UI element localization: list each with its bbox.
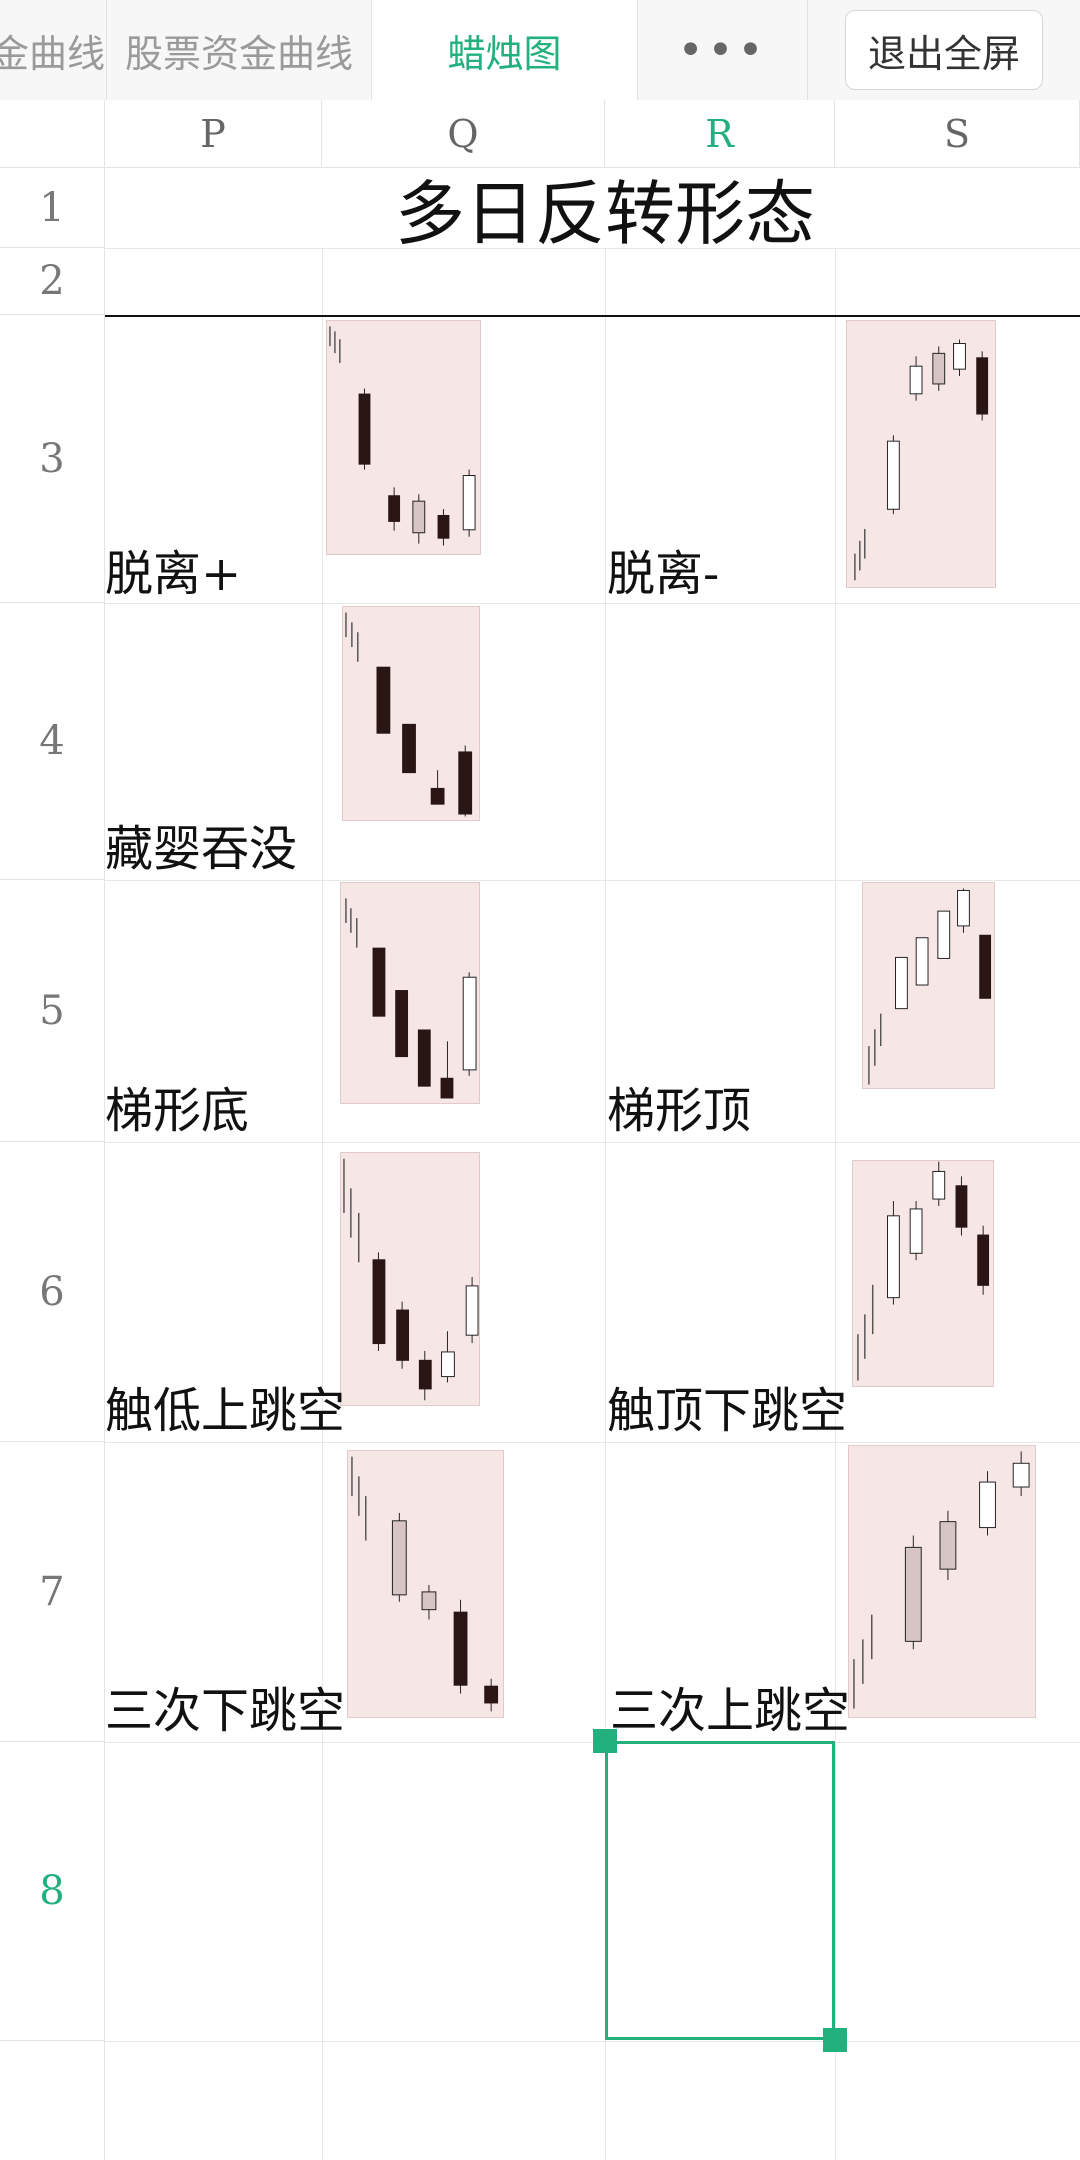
row-header-8[interactable]: 8 <box>0 1742 105 2041</box>
pattern-image-gap-up-from-low[interactable] <box>340 1152 480 1406</box>
selection-handle-top-left[interactable] <box>593 1729 617 1753</box>
pattern-label-gap-down-from-top[interactable]: 触顶下跳空 <box>607 1383 847 1439</box>
pattern-label-breakaway-bearish[interactable]: 脱离- <box>607 546 719 602</box>
column-header-s[interactable]: S <box>835 100 1080 168</box>
pattern-label-ladder-top[interactable]: 梯形顶 <box>607 1083 751 1139</box>
grid-line <box>322 248 323 2160</box>
grid-line <box>835 248 836 2160</box>
tab-candlestick[interactable]: 蜡烛图 <box>372 0 638 100</box>
pattern-label-gap-up-from-low[interactable]: 触低上跳空 <box>105 1383 345 1439</box>
grid-line <box>105 1142 1080 1143</box>
row-header-9[interactable] <box>0 2041 105 2160</box>
pattern-label-three-gaps-down[interactable]: 三次下跳空 <box>105 1683 345 1739</box>
row-header-5[interactable]: 5 <box>0 880 105 1142</box>
corner-cell[interactable] <box>0 100 105 168</box>
pattern-label-concealing-baby-swallow[interactable]: 藏婴吞没 <box>105 821 297 877</box>
selection-handle-bottom-right[interactable] <box>823 2028 847 2052</box>
row-header-3[interactable]: 3 <box>0 315 105 603</box>
pattern-image-three-gaps-down[interactable] <box>347 1450 504 1718</box>
pattern-image-ladder-top[interactable] <box>862 882 995 1089</box>
grid-line <box>105 2041 1080 2042</box>
row-header-7[interactable]: 7 <box>0 1442 105 1742</box>
row-header-4[interactable]: 4 <box>0 603 105 880</box>
row-header-1[interactable]: 1 <box>0 168 105 248</box>
more-tabs-icon[interactable]: ••• <box>638 0 808 100</box>
tab-fund-curve[interactable]: 金曲线 <box>0 0 107 100</box>
pattern-image-ladder-bottom[interactable] <box>340 882 480 1104</box>
selected-cell-r8[interactable] <box>605 1741 835 2040</box>
pattern-image-breakaway-bullish[interactable] <box>326 320 481 555</box>
row-header-2[interactable]: 2 <box>0 248 105 315</box>
exit-fullscreen-button[interactable]: 退出全屏 <box>845 10 1043 90</box>
sheet-title[interactable]: 多日反转形态 <box>105 168 1080 255</box>
grid-line <box>105 603 1080 604</box>
grid-line <box>105 1442 1080 1443</box>
pattern-image-breakaway-bearish[interactable] <box>846 320 996 588</box>
pattern-label-ladder-bottom[interactable]: 梯形底 <box>105 1083 249 1139</box>
pattern-image-concealing-baby-swallow[interactable] <box>342 606 480 821</box>
pattern-label-breakaway-bullish[interactable]: 脱离+ <box>105 546 241 602</box>
tab-stock-fund-curve[interactable]: 股票资金曲线 <box>107 0 372 100</box>
pattern-image-three-gaps-up[interactable] <box>848 1445 1036 1718</box>
pattern-image-gap-down-from-top[interactable] <box>852 1160 994 1387</box>
row-header-6[interactable]: 6 <box>0 1142 105 1442</box>
grid-line <box>105 880 1080 881</box>
column-header-p[interactable]: P <box>105 100 322 168</box>
title-underline <box>105 315 1080 317</box>
pattern-label-three-gaps-up[interactable]: 三次上跳空 <box>610 1683 850 1739</box>
